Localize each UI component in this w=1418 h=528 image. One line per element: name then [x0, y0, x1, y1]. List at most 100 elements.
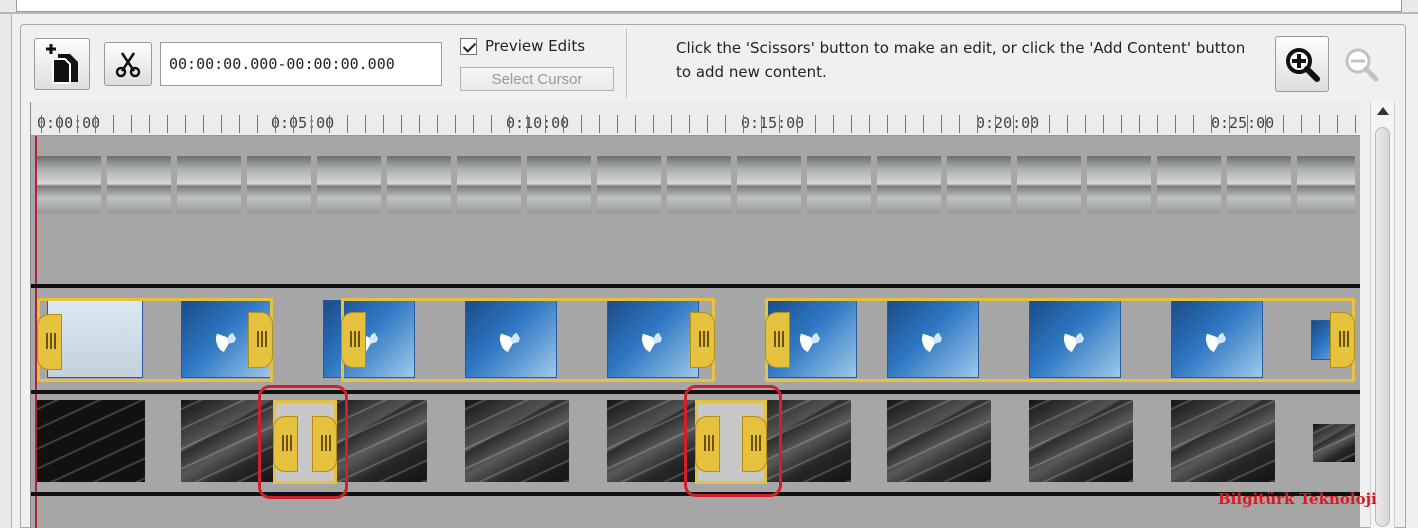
ruler-tick [1247, 115, 1248, 133]
ruler-tick [671, 115, 672, 133]
clip-right-handle[interactable] [690, 312, 715, 368]
video-frame [527, 156, 591, 214]
time-ruler[interactable]: 0:00:00 0:05:00 0:10:00 0:15:00 0:20:00 … [31, 102, 1360, 136]
ruler-tick [1049, 115, 1050, 133]
ruler-tick [1211, 115, 1212, 133]
clip-right-handle[interactable] [248, 312, 273, 368]
ruler-tick [923, 115, 924, 133]
grip-icon [350, 331, 352, 347]
video-frame [1227, 156, 1291, 214]
scissors-icon [115, 52, 141, 78]
ruler-tick [347, 115, 348, 133]
ruler-tick [617, 115, 618, 133]
ruler-tick [1103, 115, 1104, 133]
ruler-tick [1139, 115, 1140, 133]
top-frame-inner [16, 0, 1402, 12]
grip-icon [699, 331, 701, 347]
ruler-tick [383, 115, 384, 133]
edit-highlight-left [258, 385, 348, 499]
ruler-tick [1157, 115, 1158, 133]
video-frame [947, 156, 1011, 214]
grip-icon [774, 331, 776, 347]
window-top-frame [0, 0, 1418, 14]
timeline-scrollbar[interactable] [1370, 102, 1395, 528]
ruler-tick [599, 115, 600, 133]
dark-video-frame [1171, 400, 1275, 482]
ruler-tick [203, 115, 204, 133]
ruler-label-0: 0:00:00 [35, 114, 103, 132]
ruler-tick [509, 115, 510, 133]
ruler-tick [167, 115, 168, 133]
ruler-tick [1031, 115, 1032, 133]
video-frame [1297, 156, 1355, 214]
ruler-tick [887, 115, 888, 133]
ruler-label-5: 0:05:00 [269, 114, 337, 132]
ruler-tick [941, 115, 942, 133]
ruler-tick [491, 115, 492, 133]
video-frame [737, 156, 801, 214]
add-content-button[interactable] [34, 38, 90, 90]
ruler-tick [419, 115, 420, 133]
dark-video-frame [1313, 424, 1355, 462]
ruler-tick [959, 115, 960, 133]
ruler-tick [707, 115, 708, 133]
ruler-tick [779, 115, 780, 133]
ruler-tick [1229, 115, 1230, 133]
video-frame [247, 156, 311, 214]
toolbar-separator [626, 28, 627, 98]
clip-left-handle[interactable] [341, 312, 366, 368]
scroll-up-arrow-icon[interactable] [1377, 107, 1389, 115]
zoom-in-button[interactable] [1275, 36, 1329, 92]
video-track-two[interactable] [37, 298, 1355, 382]
grip-icon [1339, 331, 1341, 347]
video-frame [1017, 156, 1081, 214]
ruler-tick [1337, 115, 1338, 133]
ruler-tick [365, 115, 366, 133]
ruler-tick [257, 115, 258, 133]
ruler-tick [1175, 115, 1176, 133]
ruler-tick [455, 115, 456, 133]
ruler-tick [653, 115, 654, 133]
select-cursor-button[interactable]: Select Cursor [460, 67, 614, 91]
ruler-tick [635, 115, 636, 133]
ruler-tick [221, 115, 222, 133]
ruler-tick [1121, 115, 1122, 133]
edit-clip-border[interactable] [765, 298, 1355, 382]
ruler-tick [545, 115, 546, 133]
ruler-tick [1301, 115, 1302, 133]
ruler-tick [527, 115, 528, 133]
video-frame [597, 156, 661, 214]
edit-clip-border[interactable] [341, 298, 715, 382]
ruler-tick [293, 115, 294, 133]
grip-icon [46, 333, 48, 349]
add-content-icon [46, 44, 78, 84]
ruler-tick [77, 115, 78, 133]
ruler-tick [1355, 115, 1356, 133]
video-frame [317, 156, 381, 214]
clip-left-handle[interactable] [37, 314, 62, 370]
ruler-tick [563, 115, 564, 133]
video-frame [457, 156, 521, 214]
scrollbar-thumb[interactable] [1375, 127, 1390, 527]
edit-clip-border[interactable] [37, 298, 273, 382]
timecode-field[interactable]: 00:00:00.000-00:00:00.000 [160, 42, 442, 86]
zoom-out-icon [1345, 48, 1379, 82]
editing-hint-text: Click the 'Scissors' button to make an e… [676, 39, 1246, 81]
ruler-tick [149, 115, 150, 133]
preview-edits-checkbox[interactable]: Preview Edits [460, 37, 585, 55]
ruler-tick [113, 115, 114, 133]
ruler-tick [725, 115, 726, 133]
scissors-button[interactable] [104, 42, 152, 86]
zoom-out-button[interactable] [1337, 38, 1385, 90]
checkmark-icon[interactable] [460, 37, 477, 55]
ruler-tick [1085, 115, 1086, 133]
clip-right-handle[interactable] [1330, 312, 1355, 368]
watermark-text: Bilgitürk Teknoloji [1218, 490, 1377, 508]
clip-left-handle[interactable] [765, 312, 790, 368]
ruler-tick [1193, 115, 1194, 133]
track-separator [31, 284, 1360, 288]
ruler-tick [869, 115, 870, 133]
ruler-tick [311, 115, 312, 133]
ruler-tick [1283, 115, 1284, 133]
video-track-one[interactable] [37, 156, 1355, 214]
